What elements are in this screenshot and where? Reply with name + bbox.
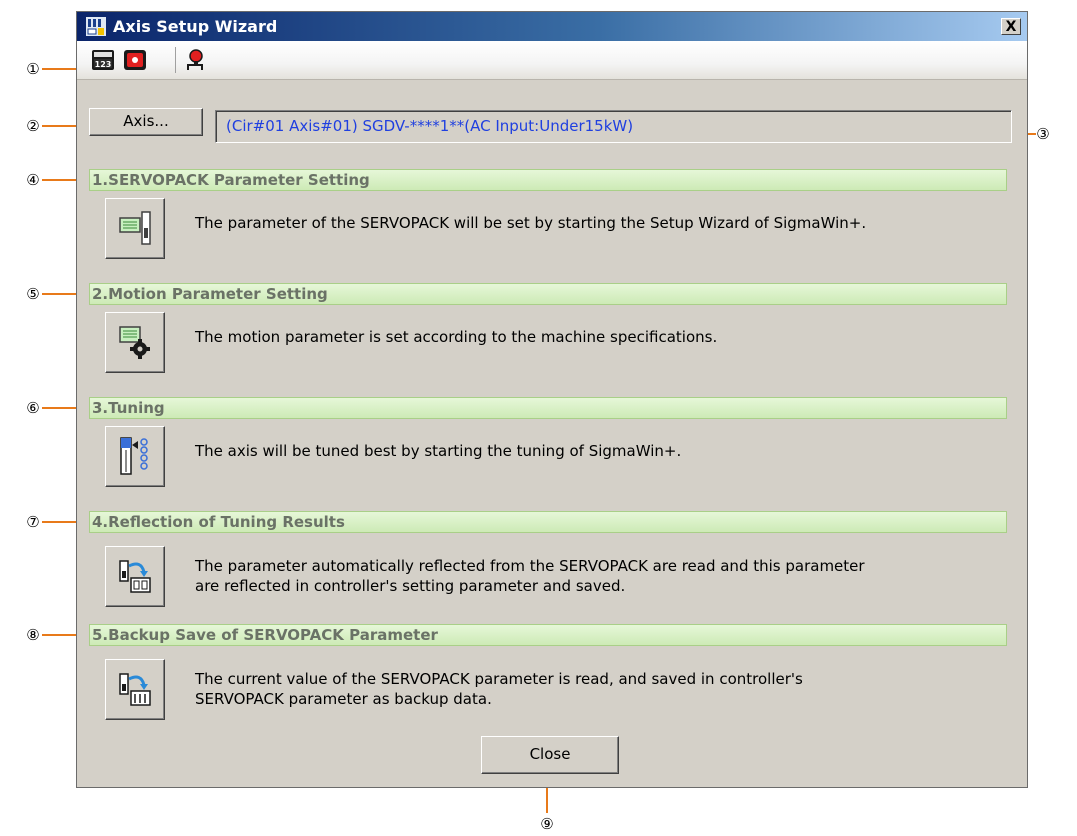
callout-7: ⑦ <box>26 513 40 531</box>
motion-gear-icon <box>119 326 150 359</box>
window-title: Axis Setup Wizard <box>113 17 278 36</box>
axis-button[interactable]: Axis... <box>89 108 203 136</box>
tuning-button[interactable] <box>105 426 165 487</box>
step-1-header: 1.SERVOPACK Parameter Setting <box>89 169 1007 191</box>
callout-1: ① <box>26 60 40 78</box>
servopack-setup-icon <box>119 211 151 245</box>
callout-8: ⑧ <box>26 626 40 644</box>
callout-6: ⑥ <box>26 399 40 417</box>
axis-selection-field: (Cir#01 Axis#01) SGDV-****1**(AC Input:U… <box>215 110 1012 143</box>
close-button[interactable]: Close <box>481 736 619 774</box>
reflection-of-tuning-results-button[interactable] <box>105 546 165 607</box>
servopack-parameter-setting-button[interactable] <box>105 198 165 259</box>
close-window-button[interactable]: X <box>1001 18 1021 35</box>
toolbar-separator <box>175 47 176 73</box>
record-icon[interactable] <box>123 49 147 71</box>
toolbar: 123 <box>77 41 1027 80</box>
callout-3: ③ <box>1036 125 1050 143</box>
callout-4: ④ <box>26 171 40 189</box>
step-2-description: The motion parameter is set according to… <box>195 328 718 346</box>
reflect-results-icon <box>119 560 151 593</box>
step-3-description: The axis will be tuned best by starting … <box>195 442 682 460</box>
backup-save-button[interactable] <box>105 659 165 720</box>
step-5-description: The current value of the SERVOPACK param… <box>195 670 803 708</box>
step-4-header: 4.Reflection of Tuning Results <box>89 511 1007 533</box>
axis-setup-wizard-window: Axis Setup Wizard X 123 Axis... (Cir#01 … <box>76 11 1028 788</box>
svg-text:123: 123 <box>95 60 112 69</box>
step-3-header: 3.Tuning <box>89 397 1007 419</box>
step-1-description: The parameter of the SERVOPACK will be s… <box>195 214 867 232</box>
alarm-light-icon[interactable] <box>183 49 207 71</box>
step-2-header: 2.Motion Parameter Setting <box>89 283 1007 305</box>
step-5-header: 5.Backup Save of SERVOPACK Parameter <box>89 624 1007 646</box>
motion-parameter-setting-button[interactable] <box>105 312 165 373</box>
title-bar[interactable]: Axis Setup Wizard X <box>77 12 1027 41</box>
step-4-description: The parameter automatically reflected fr… <box>195 557 865 595</box>
callout-5: ⑤ <box>26 285 40 303</box>
backup-save-icon <box>119 673 151 706</box>
calculator-icon[interactable]: 123 <box>91 49 115 71</box>
callout-9: ⑨ <box>540 815 554 833</box>
tuning-icon <box>120 437 148 475</box>
callout-2: ② <box>26 117 40 135</box>
app-icon <box>86 17 106 36</box>
